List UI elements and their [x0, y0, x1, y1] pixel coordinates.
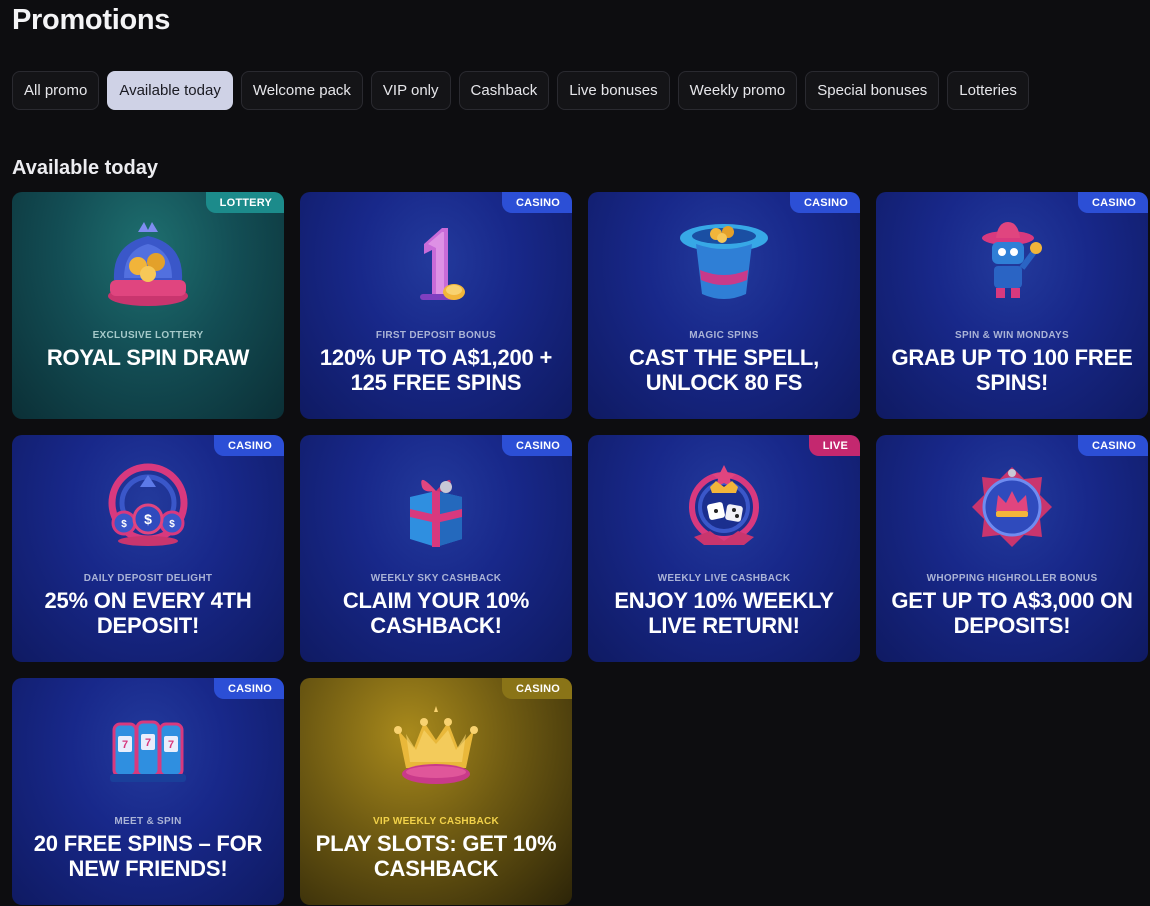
promo-card-vip-weekly-cashback[interactable]: CASINO VIP WEEKLY CASHBACK PLAY SLOTS: G… — [300, 678, 572, 905]
lottery-crown-icon — [108, 222, 188, 306]
category-badge: LOTTERY — [205, 192, 284, 213]
svg-text:$: $ — [144, 511, 152, 527]
category-badge: CASINO — [502, 192, 572, 213]
category-badge: CASINO — [1078, 435, 1148, 456]
category-badge: CASINO — [214, 435, 284, 456]
promo-card-first-deposit[interactable]: CASINO FIRST DEPOSIT BONUS 120% UP TO A$… — [300, 192, 572, 419]
crown-shield-icon — [972, 467, 1052, 547]
promo-title: ROYAL SPIN DRAW — [46, 345, 250, 370]
promo-title: PLAY SLOTS: GET 10% CASHBACK — [315, 831, 557, 881]
category-badge: CASINO — [502, 678, 572, 699]
promo-card-daily-deposit[interactable]: CASINO $ $ $ DAILY DEPOSIT DELIGHT 25% O… — [12, 435, 284, 662]
promo-card-meet-spin[interactable]: CASINO 7 7 7 MEET & SPIN 20 FREE SPINS –… — [12, 678, 284, 905]
page-title: Promotions — [12, 4, 171, 36]
promo-filter-bar: All promo Available today Welcome pack V… — [12, 71, 1029, 110]
promo-subtitle: MAGIC SPINS — [689, 330, 759, 341]
promo-card-weekly-sky-cashback[interactable]: CASINO WEEKLY SKY CASHBACK CLAIM YOUR 10… — [300, 435, 572, 662]
promo-title: ENJOY 10% WEEKLY LIVE RETURN! — [614, 588, 834, 638]
section-title: Available today — [12, 157, 158, 179]
promo-card-highroller-bonus[interactable]: CASINO WHOPPING HIGHROLLER BONUS GET UP … — [876, 435, 1148, 662]
category-badge: CASINO — [502, 435, 572, 456]
promo-title: GET UP TO A$3,000 ON DEPOSITS! — [891, 588, 1133, 638]
promo-subtitle: WEEKLY SKY CASHBACK — [370, 573, 502, 584]
category-badge: CASINO — [1078, 192, 1148, 213]
promo-subtitle: FIRST DEPOSIT BONUS — [375, 330, 497, 341]
slot-machines-icon: 7 7 7 — [110, 720, 186, 782]
category-badge: CASINO — [790, 192, 860, 213]
promo-title: 25% ON EVERY 4TH DEPOSIT! — [44, 588, 252, 638]
promo-card-spin-win-mondays[interactable]: CASINO SPIN & WIN MONDAYS GRAB UP TO 100… — [876, 192, 1148, 419]
dice-emblem-icon — [689, 465, 759, 545]
promo-card-weekly-live-cashback[interactable]: LIVE WEEKLY LIVE CASHBACK ENJOY 10% WEEK… — [588, 435, 860, 662]
gift-box-icon — [410, 479, 462, 547]
filter-vip-only[interactable]: VIP only — [370, 71, 451, 110]
promo-title: 120% UP TO A$1,200 + 125 FREE SPINS — [319, 345, 553, 395]
promo-subtitle: WEEKLY LIVE CASHBACK — [657, 573, 791, 584]
category-badge: LIVE — [808, 435, 860, 456]
filter-special-bonuses[interactable]: Special bonuses — [805, 71, 940, 110]
svg-text:$: $ — [121, 519, 127, 530]
cowboy-robot-icon — [982, 222, 1042, 298]
dollar-chips-icon: $ $ $ — [108, 463, 188, 546]
svg-text:$: $ — [169, 519, 175, 530]
promo-title: CLAIM YOUR 10% CASHBACK! — [342, 588, 530, 638]
number-one-coin-icon — [420, 228, 465, 300]
promo-title: 20 FREE SPINS – FOR NEW FRIENDS! — [33, 831, 263, 881]
promo-subtitle: VIP WEEKLY CASHBACK — [372, 816, 500, 827]
promo-grid: LOTTERY EXCLUSIVE LOTTERY ROYAL SPIN DRA… — [12, 192, 1148, 905]
filter-cashback[interactable]: Cashback — [458, 71, 550, 110]
filter-all-promo[interactable]: All promo — [12, 71, 100, 110]
svg-text:7: 7 — [145, 737, 151, 749]
gold-crown-icon — [394, 706, 478, 784]
filter-lotteries[interactable]: Lotteries — [947, 71, 1029, 110]
promo-subtitle: DAILY DEPOSIT DELIGHT — [83, 573, 213, 584]
filter-available-today[interactable]: Available today — [107, 71, 233, 110]
promo-title: GRAB UP TO 100 FREE SPINS! — [891, 345, 1133, 395]
promo-subtitle: MEET & SPIN — [114, 816, 182, 827]
promo-subtitle: WHOPPING HIGHROLLER BONUS — [926, 573, 1098, 584]
filter-live-bonuses[interactable]: Live bonuses — [557, 71, 670, 110]
filter-welcome-pack[interactable]: Welcome pack — [240, 71, 363, 110]
promo-title: CAST THE SPELL, UNLOCK 80 FS — [628, 345, 820, 395]
promo-subtitle: SPIN & WIN MONDAYS — [955, 330, 1069, 341]
promo-card-magic-spins[interactable]: CASINO MAGIC SPINS CAST THE SPELL, UNLOC… — [588, 192, 860, 419]
promo-subtitle: EXCLUSIVE LOTTERY — [92, 330, 204, 341]
magic-hat-icon — [680, 224, 768, 299]
category-badge: CASINO — [214, 678, 284, 699]
svg-text:7: 7 — [168, 739, 174, 751]
filter-weekly-promo[interactable]: Weekly promo — [677, 71, 798, 110]
promo-card-royal-spin-draw[interactable]: LOTTERY EXCLUSIVE LOTTERY ROYAL SPIN DRA… — [12, 192, 284, 419]
svg-text:7: 7 — [122, 739, 128, 751]
